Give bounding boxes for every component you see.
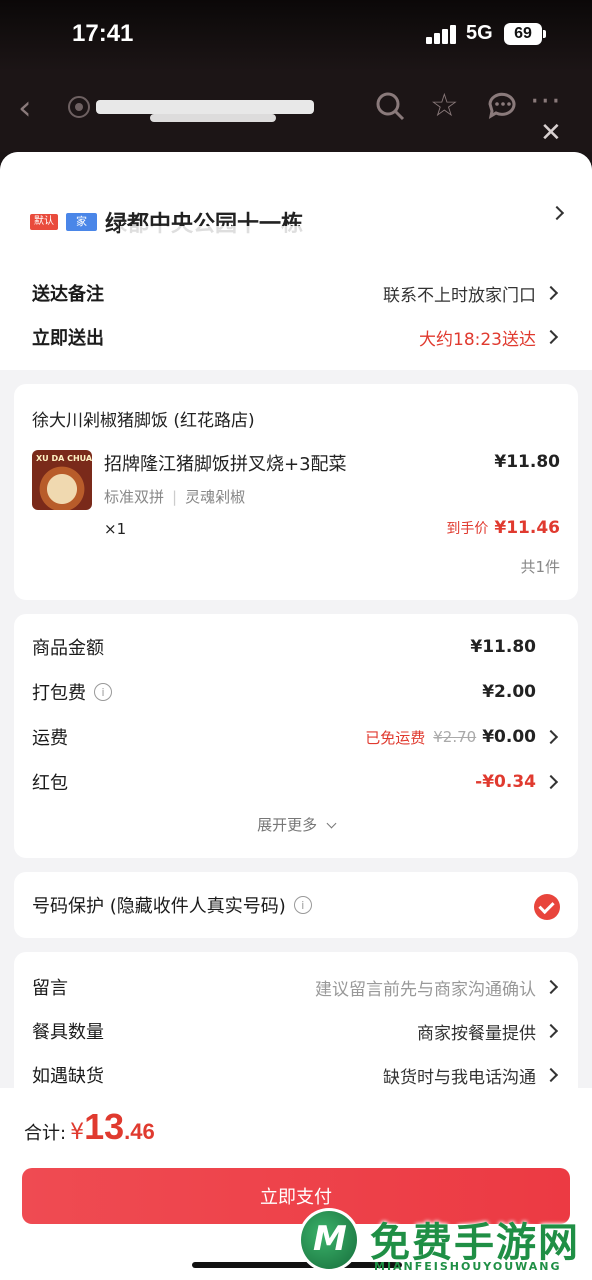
info-icon[interactable]: i bbox=[94, 683, 112, 701]
location-icon bbox=[68, 96, 90, 118]
delivery-remark-value: 联系不上时放家门口 bbox=[383, 285, 536, 306]
packing-fee-label: 打包费 bbox=[32, 683, 86, 704]
watermark-logo-icon: M bbox=[298, 1208, 360, 1272]
total-decimal: .46 bbox=[124, 1119, 155, 1144]
close-icon[interactable]: ✕ bbox=[540, 118, 562, 148]
privacy-label: 号码保护 (隐藏收件人真实号码) bbox=[32, 896, 286, 917]
item-spec-2: 灵魂剁椒 bbox=[185, 488, 246, 506]
chevron-down-icon bbox=[326, 818, 337, 829]
utensil-row[interactable]: 餐具数量 商家按餐量提供 bbox=[32, 1014, 560, 1048]
original-shipping-fee: ¥2.70 bbox=[433, 728, 477, 746]
goods-amount-label: 商品金额 bbox=[32, 638, 104, 659]
chevron-right-icon bbox=[543, 774, 559, 790]
out-of-stock-value: 缺货时与我电话沟通 bbox=[383, 1067, 536, 1088]
privacy-card: 号码保护 (隐藏收件人真实号码) i bbox=[14, 872, 578, 938]
final-price-label: 到手价 bbox=[446, 521, 489, 537]
food-thumbnail[interactable]: XU DA CHUAN bbox=[32, 450, 92, 510]
chevron-right-icon bbox=[543, 1067, 559, 1083]
expand-more-label: 展开更多 bbox=[257, 816, 318, 834]
delivery-time-value: 大约18:23送达 bbox=[419, 329, 536, 350]
chevron-right-icon bbox=[543, 729, 559, 745]
packing-fee-row: 打包费 i ¥2.00 bbox=[32, 675, 560, 709]
page-header: ‹ ☆ ··· bbox=[0, 72, 592, 152]
message-row[interactable]: 留言 建议留言前先与商家沟通确认 bbox=[32, 970, 560, 1004]
default-tag: 默认 bbox=[30, 214, 58, 230]
utensil-label: 餐具数量 bbox=[32, 1022, 104, 1043]
free-shipping-label: 已免运费 bbox=[365, 728, 426, 747]
store-name[interactable]: 徐大川剁椒猪脚饭 (红花路店) bbox=[32, 406, 255, 431]
item-quantity: ×1 bbox=[104, 520, 127, 538]
item-price: ¥11.80 bbox=[494, 452, 560, 472]
delivery-time-row[interactable]: 立即送出 大约18:23送达 bbox=[32, 320, 560, 354]
battery-icon: 69 bbox=[504, 23, 542, 45]
chevron-right-icon bbox=[543, 285, 559, 301]
final-price: 到手价 ¥11.46 bbox=[446, 518, 560, 538]
battery-tip bbox=[543, 30, 546, 38]
watermark-subtitle: MIANFEISHOUYOUWANG bbox=[374, 1260, 562, 1273]
red-packet-row[interactable]: 红包 -¥0.34 bbox=[32, 765, 560, 799]
out-of-stock-row[interactable]: 如遇缺货 缺货时与我电话沟通 bbox=[32, 1058, 560, 1092]
red-packet-label: 红包 bbox=[32, 773, 68, 794]
header-title-redaction-2 bbox=[150, 114, 276, 122]
watermark: M 免费手游网 MIANFEISHOUYOUWANG bbox=[296, 1206, 592, 1280]
red-packet-value: -¥0.34 bbox=[475, 772, 536, 792]
utensil-value: 商家按餐量提供 bbox=[417, 1023, 536, 1044]
back-icon[interactable]: ‹ bbox=[18, 88, 32, 128]
total-currency: ¥ bbox=[70, 1120, 85, 1145]
privacy-checkbox[interactable] bbox=[534, 894, 560, 920]
goods-amount-value: ¥11.80 bbox=[470, 637, 536, 657]
item-name: 招牌隆江猪脚饭拼叉烧+3配菜 bbox=[104, 454, 347, 475]
shipping-fee-label: 运费 bbox=[32, 728, 68, 749]
thumbnail-brand: XU DA CHUAN bbox=[36, 454, 92, 463]
privacy-row: 号码保护 (隐藏收件人真实号码) i bbox=[32, 888, 560, 922]
order-card: 徐大川剁椒猪脚饭 (红花路店) XU DA CHUAN 招牌隆江猪脚饭拼叉烧+3… bbox=[14, 384, 578, 600]
expand-more-button[interactable]: 展开更多 bbox=[14, 814, 578, 835]
home-tag: 家 bbox=[66, 213, 97, 231]
item-specs: 标准双拼 | 灵魂剁椒 bbox=[104, 486, 245, 507]
info-icon[interactable]: i bbox=[293, 896, 312, 914]
delivery-card: 送达备注 联系不上时放家门口 立即送出 大约18:23送达 bbox=[14, 260, 578, 370]
item-spec-1: 标准双拼 bbox=[104, 488, 165, 506]
address-redaction-2 bbox=[120, 226, 360, 236]
out-of-stock-label: 如遇缺货 bbox=[32, 1066, 104, 1087]
chevron-right-icon bbox=[543, 329, 559, 345]
chevron-right-icon bbox=[549, 205, 565, 221]
goods-amount-row: 商品金额 ¥11.80 bbox=[32, 630, 560, 664]
star-icon[interactable]: ☆ bbox=[430, 86, 459, 124]
chevron-right-icon bbox=[543, 1023, 559, 1039]
spec-divider: | bbox=[172, 487, 178, 506]
final-price-value: ¥11.46 bbox=[494, 518, 560, 538]
status-time: 17:41 bbox=[72, 20, 134, 47]
message-label: 留言 bbox=[32, 978, 68, 999]
network-label: 5G bbox=[466, 22, 493, 44]
more-icon[interactable]: ··· bbox=[530, 84, 562, 119]
address-redaction bbox=[30, 192, 120, 206]
packing-fee-value: ¥2.00 bbox=[482, 682, 536, 702]
delivery-remark-label: 送达备注 bbox=[32, 284, 104, 305]
delivery-time-label: 立即送出 bbox=[32, 328, 104, 349]
item-count: 共1件 bbox=[520, 558, 560, 576]
shipping-fee-value: ¥0.00 bbox=[482, 727, 536, 747]
status-bar: 17:41 5G 69 bbox=[0, 0, 592, 72]
header-title-redaction bbox=[96, 100, 314, 114]
chevron-right-icon bbox=[543, 979, 559, 995]
chat-icon[interactable] bbox=[486, 90, 518, 126]
total-integer: 13 bbox=[84, 1106, 125, 1147]
order-total: 合计: ¥ 13 .46 bbox=[24, 1106, 155, 1148]
signal-icon bbox=[426, 24, 458, 44]
search-icon[interactable] bbox=[374, 90, 406, 126]
message-placeholder: 建议留言前先与商家沟通确认 bbox=[315, 979, 536, 1000]
delivery-remark-row[interactable]: 送达备注 联系不上时放家门口 bbox=[32, 276, 560, 310]
header-title bbox=[66, 94, 92, 126]
fee-card: 商品金额 ¥11.80 打包费 i ¥2.00 运费 已免运费 ¥2.70 ¥0… bbox=[14, 614, 578, 858]
total-label: 合计: bbox=[24, 1123, 67, 1144]
shipping-fee-row[interactable]: 运费 已免运费 ¥2.70 ¥0.00 bbox=[32, 720, 560, 754]
